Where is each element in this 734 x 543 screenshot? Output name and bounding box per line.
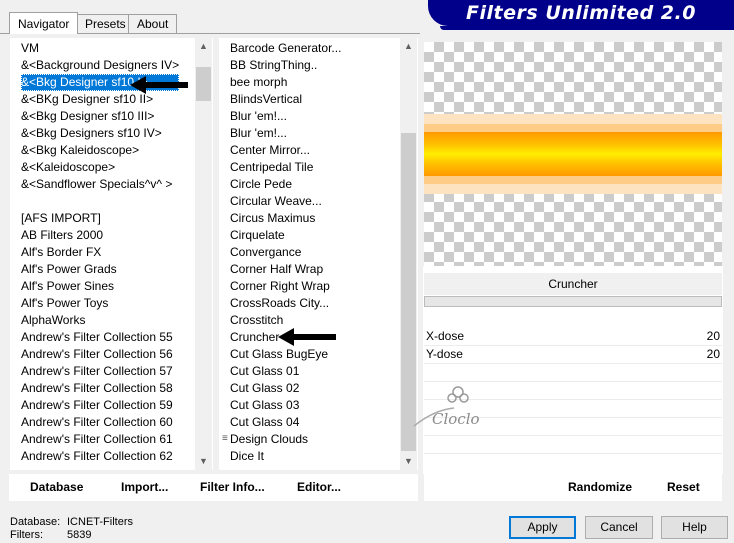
filter-item[interactable]: Crosstitch xyxy=(230,312,341,329)
help-button[interactable]: Help xyxy=(661,516,728,539)
param-value[interactable]: 20 xyxy=(707,346,720,363)
filter-item[interactable]: Cut Glass 02 xyxy=(230,380,341,397)
filter-info-button[interactable]: Filter Info... xyxy=(200,474,265,501)
editor-button[interactable]: Editor... xyxy=(297,474,341,501)
category-item[interactable]: &<Sandflower Specials^v^ > xyxy=(21,176,179,193)
filter-item[interactable]: CrossRoads City... xyxy=(230,295,341,312)
apply-button[interactable]: Apply xyxy=(509,516,576,539)
randomize-button[interactable]: Randomize xyxy=(568,474,632,501)
filter-list[interactable]: Barcode Generator... BB StringThing.. bee … xyxy=(219,38,418,470)
scroll-down-icon[interactable]: ▼ xyxy=(400,453,417,470)
filter-item[interactable]: Corner Half Wrap xyxy=(230,261,341,278)
filter-item[interactable]: Circular Weave... xyxy=(230,193,341,210)
filter-item[interactable]: Corner Right Wrap xyxy=(230,278,341,295)
category-item[interactable]: &<Bkg Designer sf10 III> xyxy=(21,108,179,125)
category-item[interactable]: Andrew's Filter Collection 57 xyxy=(21,363,179,380)
category-item[interactable]: Andrew's Filter Collection 59 xyxy=(21,397,179,414)
scroll-up-icon[interactable]: ▲ xyxy=(400,38,417,55)
category-item[interactable]: VM xyxy=(21,40,179,57)
status-filters-value: 5839 xyxy=(67,529,92,541)
banner-underline xyxy=(440,26,734,30)
list-toolbar: Database Import... Filter Info... Editor… xyxy=(9,474,418,501)
category-item[interactable]: &<Bkg Designers sf10 IV> xyxy=(21,125,179,142)
param-value[interactable]: 20 xyxy=(707,328,720,345)
filter-item[interactable]: Center Mirror... xyxy=(230,142,341,159)
scroll-up-icon[interactable]: ▲ xyxy=(195,38,212,55)
left-arrow-icon xyxy=(130,76,188,94)
preview-stripe xyxy=(424,114,722,194)
category-list[interactable]: VM &<Background Designers IV> &<Bkg Design… xyxy=(10,38,213,470)
filter-item[interactable]: Blur 'em!... xyxy=(230,125,341,142)
category-item[interactable]: &<Kaleidoscope> xyxy=(21,159,179,176)
filter-item[interactable]: Cut Glass 03 xyxy=(230,397,341,414)
preset-toolbar: Randomize Reset xyxy=(424,474,722,501)
status-database-label: Database: xyxy=(10,516,61,528)
cancel-button[interactable]: Cancel xyxy=(585,516,653,539)
category-item[interactable]: Alf's Power Grads xyxy=(21,261,179,278)
category-item[interactable]: Alf's Power Sines xyxy=(21,278,179,295)
category-item[interactable]: Andrew's Filter Collection 61 xyxy=(21,431,179,448)
scroll-thumb[interactable] xyxy=(196,67,211,101)
param-label: X-dose xyxy=(426,329,465,343)
filter-item[interactable]: Barcode Generator... xyxy=(230,40,341,57)
category-item[interactable]: Alf's Power Toys xyxy=(21,295,179,312)
filter-item[interactable]: Cirquelate xyxy=(230,227,341,244)
filter-item[interactable]: Convergance xyxy=(230,244,341,261)
tab-about[interactable]: About xyxy=(128,14,178,33)
selected-filter-name: Cruncher xyxy=(424,273,722,295)
param-row-x-dose[interactable]: X-dose 20 xyxy=(424,328,722,346)
category-item[interactable]: AB Filters 2000 xyxy=(21,227,179,244)
filter-item[interactable]: BlindsVertical xyxy=(230,91,341,108)
category-item[interactable] xyxy=(21,193,179,210)
filter-item[interactable]: Cut Glass 04 xyxy=(230,414,341,431)
category-item[interactable]: Andrew's Filter Collection 56 xyxy=(21,346,179,363)
progress-bar xyxy=(424,296,722,307)
left-arrow-icon xyxy=(278,328,336,346)
category-item[interactable]: &<Bkg Kaleidoscope> xyxy=(21,142,179,159)
filter-item[interactable]: Blur 'em!... xyxy=(230,108,341,125)
tab-presets[interactable]: Presets xyxy=(76,14,135,33)
grip-icon: ≡ xyxy=(222,433,228,444)
category-item[interactable]: Andrew's Filter Collection 62 xyxy=(21,448,179,465)
category-item[interactable]: Andrew's Filter Collection 60 xyxy=(21,414,179,431)
watermark-logo: Cloclo xyxy=(404,380,494,440)
filter-item[interactable]: Circus Maximus xyxy=(230,210,341,227)
category-item[interactable]: Andrew's Filter Collection 55 xyxy=(21,329,179,346)
status-filters: Filters: 5839 xyxy=(10,529,91,541)
status-filters-label: Filters: xyxy=(10,529,43,541)
filter-item[interactable]: Cut Glass BugEye xyxy=(230,346,341,363)
category-item[interactable]: AlphaWorks xyxy=(21,312,179,329)
scroll-down-icon[interactable]: ▼ xyxy=(195,453,212,470)
reset-button[interactable]: Reset xyxy=(667,474,700,501)
status-database: Database: ICNET-Filters xyxy=(10,516,133,528)
filter-item[interactable]: Design Clouds xyxy=(230,431,341,448)
category-item[interactable]: [AFS IMPORT] xyxy=(21,210,179,227)
watermark-text: Cloclo xyxy=(432,410,480,428)
category-item[interactable]: Andrew's Filter Collection 58 xyxy=(21,380,179,397)
filter-item[interactable]: Circle Pede xyxy=(230,176,341,193)
param-label: Y-dose xyxy=(426,347,463,361)
tab-navigator[interactable]: Navigator xyxy=(9,12,79,34)
status-database-value: ICNET-Filters xyxy=(67,516,133,528)
filter-item[interactable]: bee morph xyxy=(230,74,341,91)
category-item[interactable]: Alf's Border FX xyxy=(21,244,179,261)
param-row-y-dose[interactable]: Y-dose 20 xyxy=(424,346,722,364)
category-scrollbar[interactable]: ▲ ▼ xyxy=(195,38,212,470)
database-button[interactable]: Database xyxy=(30,474,83,501)
category-item[interactable]: &<Background Designers IV> xyxy=(21,57,179,74)
filter-item[interactable]: BB StringThing.. xyxy=(230,57,341,74)
filter-item[interactable]: Centripedal Tile xyxy=(230,159,341,176)
filter-item[interactable]: Cut Glass 01 xyxy=(230,363,341,380)
preview-canvas xyxy=(424,42,722,266)
filter-item[interactable]: Dice It xyxy=(230,448,341,465)
app-title-banner: Filters Unlimited 2.0 xyxy=(428,0,734,26)
import-button[interactable]: Import... xyxy=(121,474,168,501)
